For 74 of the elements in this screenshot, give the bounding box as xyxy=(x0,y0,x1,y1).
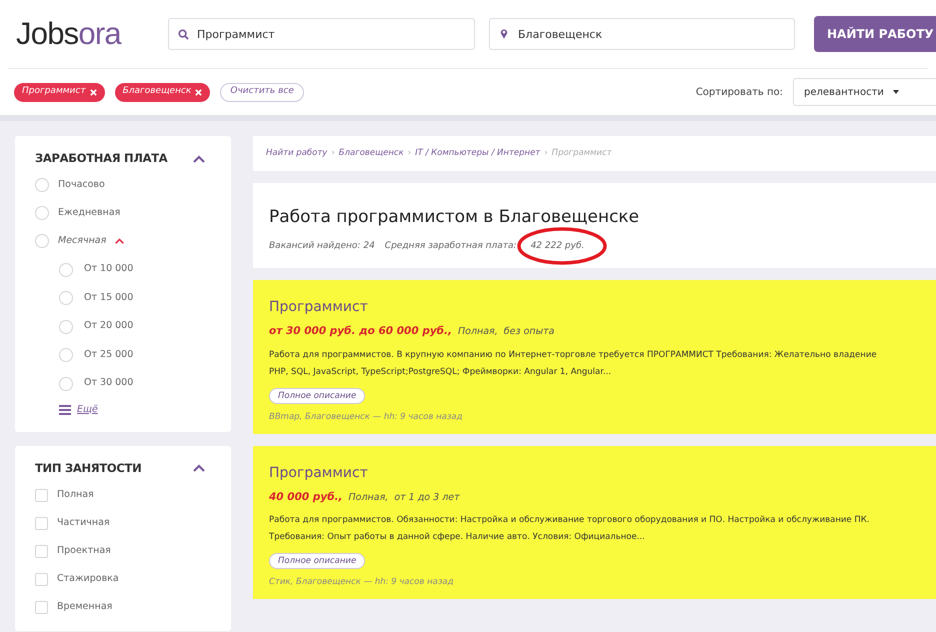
breadcrumb-separator: › xyxy=(331,147,335,160)
job-description: Работа для программистов. В крупную компанию по Интернет-торговле требуется ПРОГРАММИСТ Требования: Желательно владение PHP, SQL, JavaScript, TypeScript;PostgreSQL; Фреймворки: Angular 1, Angular... xyxy=(269,348,878,379)
dropdown-caret-icon xyxy=(892,90,899,94)
radio-button[interactable] xyxy=(59,262,73,276)
full-description-button[interactable]: Полное описание xyxy=(269,553,366,570)
filter-option[interactable]: Полная xyxy=(57,488,94,502)
filter-option[interactable]: Месячная xyxy=(58,234,106,248)
checkbox[interactable] xyxy=(35,572,48,586)
filter-option[interactable]: От 20 000 xyxy=(84,319,134,334)
full-description-button[interactable]: Полное описание xyxy=(269,388,366,404)
page-heading: Работа программистом в Благовещенске xyxy=(269,206,640,229)
checkbox[interactable] xyxy=(35,600,48,614)
employment-type: Полная, xyxy=(458,325,498,339)
breadcrumb-link[interactable]: Найти работу xyxy=(266,147,328,160)
sort-label: Сортировать по: xyxy=(696,86,783,100)
breadcrumb-link[interactable]: IT / Компьютеры / Интернет xyxy=(415,147,540,160)
chevron-up-icon[interactable] xyxy=(193,154,205,163)
clear-all-button[interactable]: Очистить все xyxy=(220,82,304,102)
filter-option[interactable]: От 10 000 xyxy=(84,262,134,277)
chevron-up-icon[interactable] xyxy=(115,238,124,244)
filter-option[interactable]: От 15 000 xyxy=(84,290,134,306)
job-title[interactable]: Программист xyxy=(269,297,920,318)
filter-option[interactable]: Проектная xyxy=(57,544,111,558)
close-icon[interactable] xyxy=(90,88,97,96)
experience: от 1 до 3 лет xyxy=(394,490,460,504)
vacancy-count: Вакансий найдено: 24 xyxy=(269,240,375,252)
location-field[interactable]: Благовещенск xyxy=(489,18,795,50)
experience: без опыта xyxy=(504,325,554,339)
location-pin-icon xyxy=(500,28,508,40)
checkbox[interactable] xyxy=(35,488,48,502)
filter-tag[interactable]: Программист xyxy=(14,82,105,102)
job-description: Работа для программистов. Обязанности: Настройка и обслуживание торгового оборудования и ПО. Настройка и обслуживание ПК. Требования: Опыт работы в данной сфере. Наличие авто. Условия: Официальное... xyxy=(269,514,870,544)
job-source: Стик, Благовещенск — hh: 9 часов назад xyxy=(269,576,454,589)
radio-button[interactable] xyxy=(35,234,49,248)
filter-option[interactable]: От 30 000 xyxy=(84,376,134,391)
job-source: BBmap, Благовещенск — hh: 9 часов назад xyxy=(269,410,464,424)
checkbox[interactable] xyxy=(35,516,48,530)
filter-title: ЗАРАБОТНАЯ ПЛАТА xyxy=(35,150,168,167)
filter-option[interactable]: Временная xyxy=(57,600,112,614)
breadcrumb-current: Программист xyxy=(552,147,612,160)
radio-button[interactable] xyxy=(59,320,73,334)
radio-button[interactable] xyxy=(35,178,49,192)
radio-button[interactable] xyxy=(59,348,73,362)
sort-select[interactable]: релевантности xyxy=(793,78,936,106)
find-job-button[interactable]: НАЙТИ РАБОТУ xyxy=(814,16,936,52)
job-salary: от 30 000 руб. до 60 000 руб., xyxy=(269,324,452,339)
filter-option[interactable]: Стажировка xyxy=(57,572,119,586)
average-salary-label: Средняя заработная плата: xyxy=(384,240,517,252)
search-field[interactable]: Программист xyxy=(168,18,475,50)
job-salary: 40 000 руб., xyxy=(269,490,343,504)
radio-button[interactable] xyxy=(35,206,49,220)
search-icon xyxy=(178,29,189,40)
radio-button[interactable] xyxy=(59,376,73,390)
list-icon xyxy=(59,404,71,415)
more-link[interactable]: Ещё xyxy=(77,402,98,417)
filter-tag[interactable]: Благовещенск xyxy=(114,82,210,102)
job-title[interactable]: Программист xyxy=(269,462,920,484)
checkbox[interactable] xyxy=(35,544,48,558)
close-icon[interactable] xyxy=(195,88,202,96)
filter-option[interactable]: Почасово xyxy=(58,178,105,192)
filter-option[interactable]: Частичная xyxy=(57,516,110,530)
breadcrumb-separator: › xyxy=(544,147,548,160)
job-card[interactable] xyxy=(253,446,936,599)
employment-type: Полная, xyxy=(348,490,388,504)
breadcrumb-separator: › xyxy=(408,147,412,160)
filter-title: ТИП ЗАНЯТОСТИ xyxy=(35,460,142,477)
job-card[interactable] xyxy=(253,280,936,434)
breadcrumb-link[interactable]: Благовещенск xyxy=(338,147,404,160)
average-salary: 42 222 руб. xyxy=(530,240,584,250)
chevron-up-icon[interactable] xyxy=(193,464,205,472)
logo[interactable]: Jobsora xyxy=(16,10,154,58)
radio-button[interactable] xyxy=(59,291,73,305)
filter-option[interactable]: Ежедневная xyxy=(58,206,120,220)
filter-option[interactable]: От 25 000 xyxy=(84,348,134,362)
